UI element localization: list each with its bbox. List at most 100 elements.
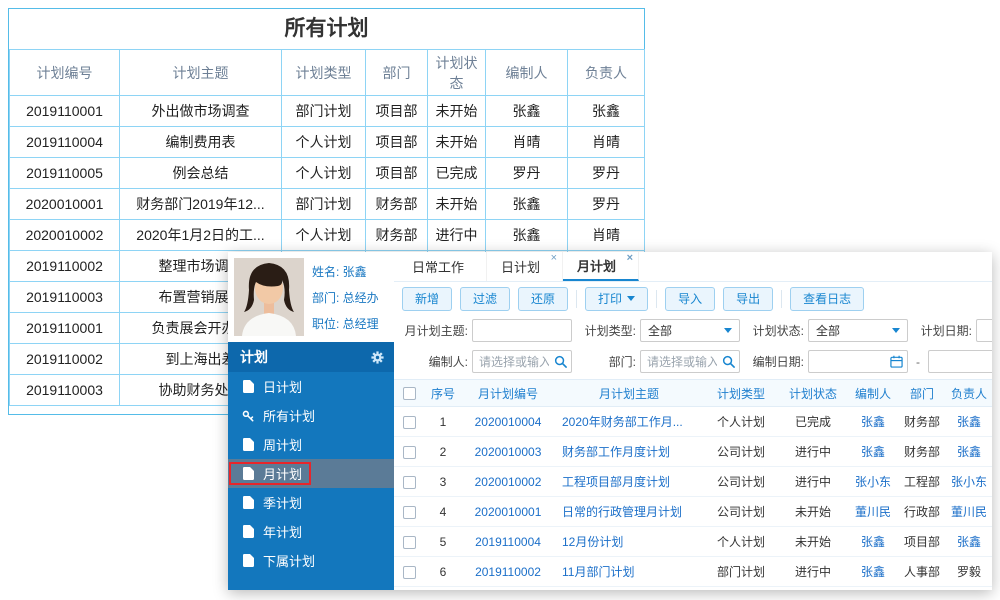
sidebar-item-weekly-plan[interactable]: 周计划 bbox=[228, 430, 394, 459]
sidebar-item-label: 周计划 bbox=[263, 438, 303, 453]
row-checkbox[interactable] bbox=[402, 535, 416, 549]
monthly-plan-table: 序号 月计划编号 月计划主题 计划类型 计划状态 编制人 部门 负责人 1 2020010004… bbox=[394, 379, 992, 587]
column-header: 负责人 bbox=[946, 379, 992, 407]
search-icon[interactable] bbox=[722, 355, 735, 368]
file-icon bbox=[242, 467, 254, 480]
tab-monthly-plan[interactable]: 月计划 × bbox=[563, 252, 640, 281]
sidebar-item-monthly-plan[interactable]: 月计划 bbox=[228, 459, 394, 488]
tab-label: 日常工作 bbox=[412, 260, 465, 275]
sidebar-item-label: 下属计划 bbox=[263, 554, 316, 569]
subject-filter-input[interactable] bbox=[472, 319, 572, 342]
table-cell: 2020010001 bbox=[9, 188, 120, 220]
calendar-icon[interactable] bbox=[890, 355, 903, 368]
type-filter-select[interactable]: 全部 bbox=[640, 319, 740, 342]
gear-icon[interactable] bbox=[371, 350, 384, 364]
search-icon[interactable] bbox=[554, 355, 567, 368]
plan-number-link[interactable]: 2020010003 bbox=[462, 436, 554, 467]
add-button[interactable]: 新增 bbox=[402, 286, 453, 311]
print-button[interactable]: 打印 bbox=[585, 286, 649, 311]
creator-filter-label: 编制人: bbox=[428, 355, 468, 369]
sidebar-item-quarterly-plan[interactable]: 季计划 bbox=[228, 488, 394, 517]
plan-subject-link[interactable]: 财务部工作月度计划 bbox=[554, 436, 704, 467]
table-cell: 个人计划 bbox=[281, 126, 366, 158]
close-icon[interactable]: × bbox=[551, 253, 557, 264]
plan-date-filter-input[interactable] bbox=[976, 319, 992, 342]
table-cell: 肖晴 bbox=[567, 126, 645, 158]
table-row: 1 2020010004 2020年财务部工作月... 个人计划 已完成 张鑫 财务部 张鑫 bbox=[394, 406, 992, 437]
sidebar-item-label: 日计划 bbox=[263, 380, 303, 395]
owner-link[interactable]: 张鑫 bbox=[946, 526, 992, 557]
column-header: 计划类型 bbox=[281, 49, 366, 96]
column-header: 编制人 bbox=[485, 49, 568, 96]
button-label: 导入 bbox=[678, 292, 703, 306]
row-checkbox[interactable] bbox=[402, 415, 416, 429]
tab-daily-plan[interactable]: 日计划 × bbox=[487, 252, 564, 281]
owner-link[interactable]: 张小东 bbox=[946, 466, 992, 497]
import-button[interactable]: 导入 bbox=[665, 286, 716, 311]
creator-link[interactable]: 张鑫 bbox=[848, 436, 898, 467]
plan-subject-link[interactable]: 11月部门计划 bbox=[554, 556, 704, 587]
button-label: 打印 bbox=[598, 292, 623, 306]
view-log-button[interactable]: 查看日志 bbox=[790, 286, 865, 311]
file-icon bbox=[242, 554, 254, 567]
status-filter-value: 全部 bbox=[816, 324, 841, 338]
plan-subject-link[interactable]: 2020年财务部工作月... bbox=[554, 406, 704, 437]
export-button[interactable]: 导出 bbox=[723, 286, 774, 311]
plan-number-link[interactable]: 2020010004 bbox=[462, 406, 554, 437]
creator-link[interactable]: 董川民 bbox=[848, 496, 898, 527]
plan-subject-link[interactable]: 12月份计划 bbox=[554, 526, 704, 557]
department: 财务部 bbox=[898, 436, 946, 467]
department: 项目部 bbox=[898, 526, 946, 557]
table-row: 4 2020010001 日常的行政管理月计划 公司计划 未开始 董川民 行政部 董川民 bbox=[394, 496, 992, 527]
table-cell: 外出做市场调查 bbox=[119, 95, 282, 127]
status-filter-select[interactable]: 全部 bbox=[808, 319, 908, 342]
dept-filter-group: 部门: bbox=[584, 350, 740, 373]
create-date-end-input[interactable] bbox=[928, 350, 992, 373]
table-cell: 未开始 bbox=[427, 188, 486, 220]
table-cell: 2019110001 bbox=[9, 95, 120, 127]
filter-row-1: 月计划主题: 计划类型: 全部 计划状态: 全部 计划日期: bbox=[394, 315, 992, 346]
restore-button[interactable]: 还原 bbox=[518, 286, 569, 311]
select-all-checkbox[interactable] bbox=[402, 387, 416, 401]
sidebar-item-label: 年计划 bbox=[263, 525, 303, 540]
tab-daily-work[interactable]: 日常工作 bbox=[398, 252, 488, 281]
row-checkbox[interactable] bbox=[402, 565, 416, 579]
sidebar-item-daily-plan[interactable]: 日计划 bbox=[228, 372, 394, 401]
table-cell: 部门计划 bbox=[281, 95, 366, 127]
table-cell: 2019110003 bbox=[9, 281, 120, 313]
filter-button[interactable]: 过滤 bbox=[460, 286, 511, 311]
table-row: 5 2019110004 12月份计划 个人计划 未开始 张鑫 项目部 张鑫 bbox=[394, 526, 992, 557]
plan-status: 已完成 bbox=[778, 406, 848, 437]
creator-link[interactable]: 张小东 bbox=[848, 466, 898, 497]
tab-bar: 日常工作 日计划 × 月计划 × bbox=[394, 252, 992, 282]
button-label: 还原 bbox=[531, 292, 556, 306]
plan-type: 个人计划 bbox=[704, 526, 778, 557]
plan-type: 公司计划 bbox=[704, 436, 778, 467]
date-range-separator: - bbox=[916, 354, 920, 369]
toolbar-separator bbox=[781, 289, 783, 308]
plan-number-link[interactable]: 2020010002 bbox=[462, 466, 554, 497]
plan-subject-link[interactable]: 日常的行政管理月计划 bbox=[554, 496, 704, 527]
row-checkbox[interactable] bbox=[402, 475, 416, 489]
profile-card: 姓名: 张鑫 部门: 总经办 职位: 总经理 bbox=[228, 252, 394, 342]
table-cell: 已完成 bbox=[427, 157, 486, 189]
creator-link[interactable]: 张鑫 bbox=[848, 406, 898, 437]
sidebar-item-yearly-plan[interactable]: 年计划 bbox=[228, 517, 394, 546]
creator-link[interactable]: 张鑫 bbox=[848, 556, 898, 587]
owner-link[interactable]: 张鑫 bbox=[946, 436, 992, 467]
owner-link[interactable]: 董川民 bbox=[946, 496, 992, 527]
row-checkbox[interactable] bbox=[402, 505, 416, 519]
row-checkbox[interactable] bbox=[402, 445, 416, 459]
plan-subject-link[interactable]: 工程项目部月度计划 bbox=[554, 466, 704, 497]
sidebar-item-all-plans[interactable]: 所有计划 bbox=[228, 401, 394, 430]
close-icon[interactable]: × bbox=[627, 253, 633, 264]
table-cell bbox=[394, 526, 424, 557]
creator-link[interactable]: 张鑫 bbox=[848, 526, 898, 557]
plan-number-link[interactable]: 2020010001 bbox=[462, 496, 554, 527]
sidebar-item-subordinate-plan[interactable]: 下属计划 bbox=[228, 546, 394, 575]
owner-link[interactable]: 张鑫 bbox=[946, 406, 992, 437]
button-label: 新增 bbox=[415, 292, 440, 306]
create-date-filter-group: 编制日期: - bbox=[752, 350, 992, 373]
plan-number-link[interactable]: 2019110002 bbox=[462, 556, 554, 587]
plan-number-link[interactable]: 2019110004 bbox=[462, 526, 554, 557]
